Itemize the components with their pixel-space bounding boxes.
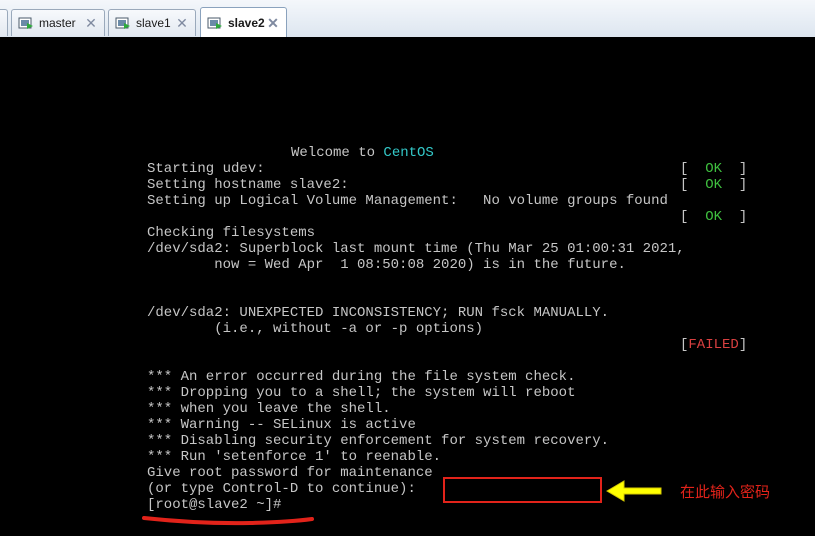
welcome-os-name: CentOS (383, 145, 434, 161)
annotation-label: 在此输入密码 (680, 484, 771, 501)
console-line: Starting udev: (147, 161, 265, 177)
tab-slave1[interactable]: slave1 ✕ (108, 9, 196, 36)
console-line: Setting hostname slave2: (147, 177, 349, 193)
vm-icon (115, 17, 130, 29)
status-ok: [ OK ] (680, 161, 748, 177)
arrow-left-icon (606, 480, 662, 502)
close-icon[interactable]: ✕ (266, 16, 280, 30)
tab-master[interactable]: master ✕ (11, 9, 105, 36)
console-line: *** Disabling security enforcement for s… (147, 433, 610, 449)
password-prompt: (or type Control-D to continue): (147, 481, 416, 497)
tab-label: master (39, 16, 76, 30)
prompt-underline-mark (142, 516, 314, 526)
console-line: Setting up Logical Volume Management: No… (147, 193, 668, 209)
welcome-text: Welcome to (291, 145, 384, 161)
console-line: *** Run 'setenforce 1' to reenable. (147, 449, 442, 465)
console-line: *** Dropping you to a shell; the system … (147, 385, 576, 401)
console-line: *** Warning -- SELinux is active (147, 417, 416, 433)
console-line: /dev/sda2: UNEXPECTED INCONSISTENCY; RUN… (147, 305, 610, 321)
close-icon[interactable]: ✕ (175, 16, 189, 30)
console-line: *** when you leave the shell. (147, 401, 391, 417)
status-ok: [ OK ] (680, 209, 748, 225)
tab-overflow-edge[interactable] (0, 9, 8, 36)
close-icon[interactable]: ✕ (84, 16, 98, 30)
status-failed: [FAILED] (680, 337, 748, 353)
tab-slave2[interactable]: slave2 ✕ (200, 7, 287, 37)
console-line: Checking filesystems (147, 225, 316, 241)
vm-icon (207, 17, 222, 29)
vm-icon (18, 17, 33, 29)
console-line: Give root password for maintenance (147, 465, 433, 481)
console-line: /dev/sda2: Superblock last mount time (T… (147, 241, 685, 257)
console-line: *** An error occurred during the file sy… (147, 369, 576, 385)
password-input-highlight (443, 477, 602, 503)
tab-bar: master ✕ slave1 ✕ slave2 ✕ (0, 0, 815, 38)
welcome-line: Welcome to CentOS (291, 145, 434, 161)
console-line: now = Wed Apr 1 08:50:08 2020) is in the… (147, 257, 626, 273)
status-ok: [ OK ] (680, 177, 748, 193)
tab-label: slave2 (228, 15, 265, 30)
console-line: (i.e., without -a or -p options) (147, 321, 484, 337)
tab-label: slave1 (136, 16, 171, 30)
